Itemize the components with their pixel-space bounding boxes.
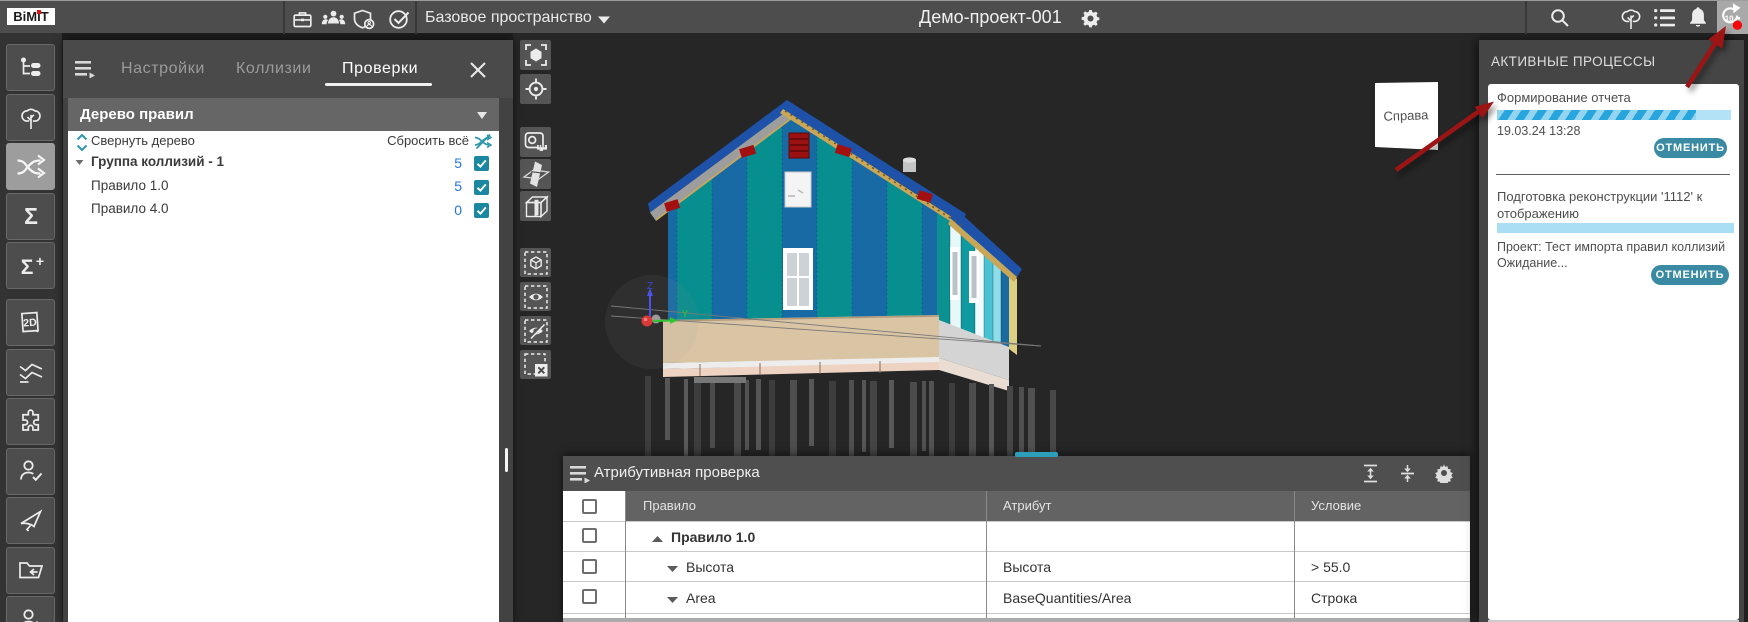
- svg-text:Справа: Справа: [1383, 107, 1429, 124]
- svg-text:Σ: Σ: [24, 203, 38, 229]
- svg-text:Z: Z: [647, 281, 653, 292]
- svg-text:+: +: [35, 253, 43, 269]
- svg-text:Y: Y: [682, 309, 689, 320]
- svg-text:2D: 2D: [22, 316, 37, 329]
- svg-text:10: 10: [1725, 15, 1734, 24]
- svg-text:Σ: Σ: [20, 256, 33, 279]
